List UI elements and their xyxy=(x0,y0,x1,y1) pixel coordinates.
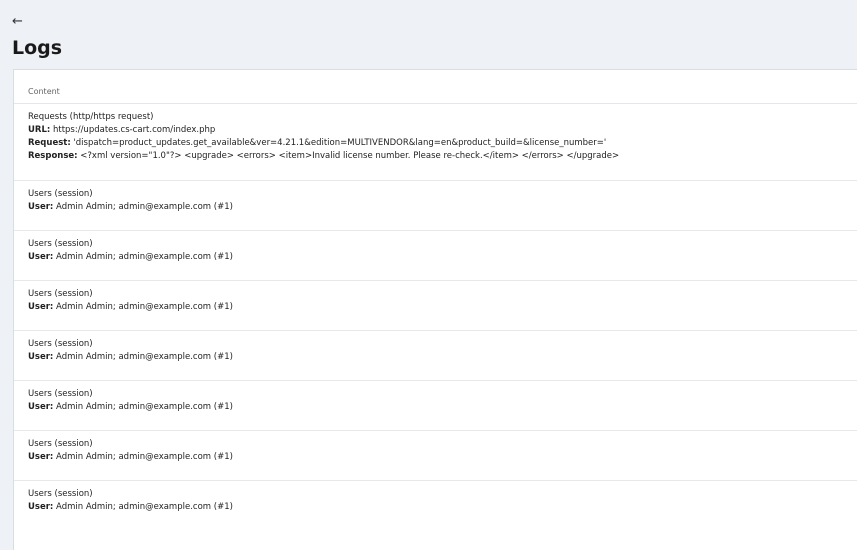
log-row-session: Users (session) User: Admin Admin; admin… xyxy=(14,431,857,481)
user-value: Admin Admin; admin@example.com (#1) xyxy=(56,452,233,462)
log-row-session: Users (session) User: Admin Admin; admin… xyxy=(14,181,857,231)
log-user-line: User: Admin Admin; admin@example.com (#1… xyxy=(28,201,843,214)
user-label: User: xyxy=(28,402,54,412)
log-user-line: User: Admin Admin; admin@example.com (#1… xyxy=(28,351,843,364)
log-row-session: Users (session) User: Admin Admin; admin… xyxy=(14,231,857,281)
user-value: Admin Admin; admin@example.com (#1) xyxy=(56,502,233,512)
log-user-line: User: Admin Admin; admin@example.com (#1… xyxy=(28,301,843,314)
log-type: Users (session) xyxy=(28,339,93,349)
user-label: User: xyxy=(28,352,54,362)
user-label: User: xyxy=(28,252,54,262)
response-label: Response: xyxy=(28,151,78,161)
arrow-left-icon: ← xyxy=(12,14,23,29)
response-value: <?xml version="1.0"?> <upgrade> <errors>… xyxy=(80,151,620,161)
user-label: User: xyxy=(28,202,54,212)
log-row-session: Users (session) User: Admin Admin; admin… xyxy=(14,381,857,431)
log-user-line: User: Admin Admin; admin@example.com (#1… xyxy=(28,501,843,514)
url-value: https://updates.cs-cart.com/index.php xyxy=(52,125,216,135)
log-user-line: User: Admin Admin; admin@example.com (#1… xyxy=(28,251,843,264)
log-type: Users (session) xyxy=(28,239,93,249)
log-row-session: Users (session) User: Admin Admin; admin… xyxy=(14,481,857,531)
page-header: ← Logs xyxy=(0,0,857,69)
log-type: Requests (http/https request) xyxy=(28,112,154,122)
log-type: Users (session) xyxy=(28,389,93,399)
user-value: Admin Admin; admin@example.com (#1) xyxy=(56,302,233,312)
request-value: 'dispatch=product_updates.get_available&… xyxy=(73,138,607,148)
user-value: Admin Admin; admin@example.com (#1) xyxy=(56,252,233,262)
log-user-line: User: Admin Admin; admin@example.com (#1… xyxy=(28,451,843,464)
user-label: User: xyxy=(28,302,54,312)
log-type: Users (session) xyxy=(28,489,93,499)
log-type: Users (session) xyxy=(28,289,93,299)
log-user-line: User: Admin Admin; admin@example.com (#1… xyxy=(28,401,843,414)
log-response-line: Response: <?xml version="1.0"?> <upgrade… xyxy=(28,150,843,163)
user-value: Admin Admin; admin@example.com (#1) xyxy=(56,202,233,212)
url-label: URL: xyxy=(28,125,51,135)
user-label: User: xyxy=(28,502,54,512)
log-row-session: Users (session) User: Admin Admin; admin… xyxy=(14,331,857,381)
log-type: Users (session) xyxy=(28,189,93,199)
logs-table: Content Requests (http/https request) UR… xyxy=(13,69,857,550)
page-title: Logs xyxy=(12,37,63,59)
log-row-session: Users (session) User: Admin Admin; admin… xyxy=(14,281,857,331)
log-row-request: Requests (http/https request) URL: https… xyxy=(14,104,857,181)
user-value: Admin Admin; admin@example.com (#1) xyxy=(56,402,233,412)
column-header-content: Content xyxy=(14,70,857,104)
log-type: Users (session) xyxy=(28,439,93,449)
request-label: Request: xyxy=(28,138,71,148)
user-value: Admin Admin; admin@example.com (#1) xyxy=(56,352,233,362)
log-request-line: Request: 'dispatch=product_updates.get_a… xyxy=(28,137,843,150)
back-button[interactable]: ← xyxy=(12,13,32,31)
user-label: User: xyxy=(28,452,54,462)
log-url-line: URL: https://updates.cs-cart.com/index.p… xyxy=(28,124,843,137)
